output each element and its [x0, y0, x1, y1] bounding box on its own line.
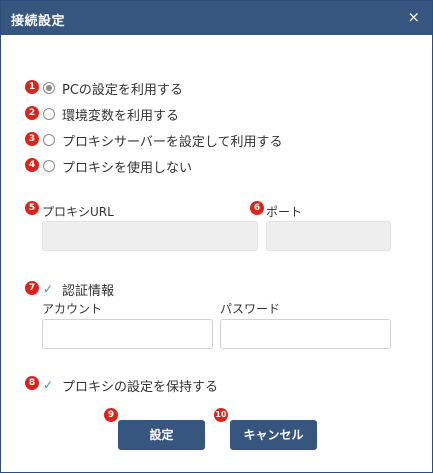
- close-icon[interactable]: ×: [407, 9, 420, 25]
- title-bar: 接続設定 ×: [1, 1, 432, 35]
- radio-use-proxy-server[interactable]: [43, 134, 55, 146]
- step-marker-5: 5: [25, 201, 39, 215]
- radio-use-pc-settings[interactable]: [43, 82, 55, 94]
- step-marker-7: 7: [25, 281, 39, 295]
- dialog-title: 接続設定: [11, 14, 66, 29]
- step-marker-10: 10: [214, 408, 228, 422]
- step-marker-1: 1: [25, 80, 39, 94]
- radio-label-use-env-vars: 環境変数を利用する: [62, 109, 180, 124]
- ok-button[interactable]: 設定: [118, 420, 205, 450]
- proxy-url-input[interactable]: [42, 221, 258, 251]
- step-marker-2: 2: [25, 106, 39, 120]
- password-label: パスワード: [220, 302, 281, 316]
- radio-label-use-proxy-server: プロキシサーバーを設定して利用する: [62, 135, 283, 150]
- cancel-button[interactable]: キャンセル: [230, 420, 317, 450]
- keep-proxy-label: プロキシの設定を保持する: [62, 380, 219, 395]
- keep-proxy-checkbox[interactable]: ✓: [43, 379, 55, 391]
- port-input[interactable]: [266, 221, 391, 251]
- step-marker-6: 6: [250, 201, 264, 215]
- radio-label-no-proxy: プロキシを使用しない: [62, 161, 193, 176]
- connection-settings-dialog: 接続設定 × 1 PCの設定を利用する 2 環境変数を利用する 3 プロキシサー…: [0, 0, 433, 473]
- step-marker-9: 9: [104, 408, 118, 422]
- proxy-url-label: プロキシURL: [42, 205, 114, 219]
- port-label: ポート: [266, 205, 303, 219]
- account-input[interactable]: [42, 319, 213, 349]
- account-label: アカウント: [42, 302, 103, 316]
- step-marker-3: 3: [25, 132, 39, 146]
- radio-no-proxy[interactable]: [43, 160, 55, 172]
- radio-label-use-pc-settings: PCの設定を利用する: [62, 83, 183, 98]
- auth-checkbox[interactable]: ✓: [43, 283, 55, 295]
- step-marker-4: 4: [25, 158, 39, 172]
- step-marker-8: 8: [25, 376, 39, 390]
- radio-use-env-vars[interactable]: [43, 108, 55, 120]
- auth-label: 認証情報: [62, 284, 115, 299]
- password-input[interactable]: [220, 319, 391, 349]
